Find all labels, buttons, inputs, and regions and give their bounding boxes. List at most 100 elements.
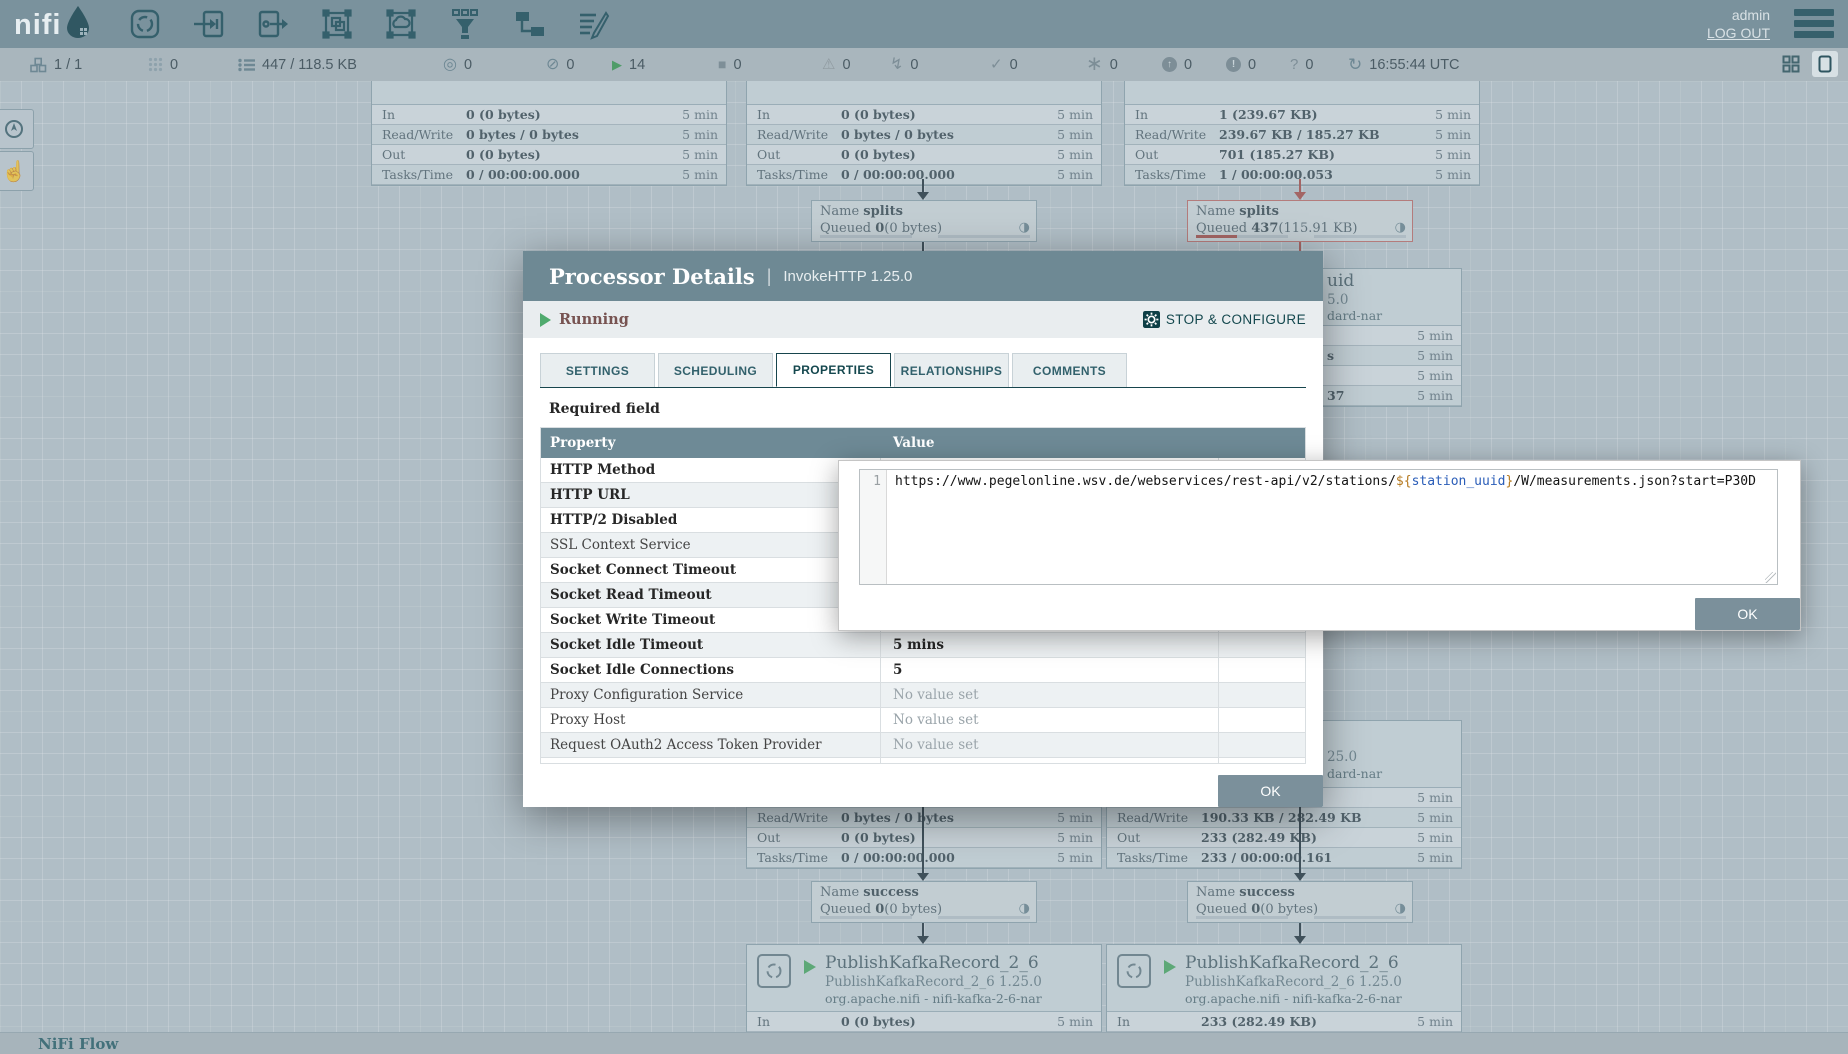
property-row[interactable]: Socket Idle Timeout5 mins bbox=[541, 633, 1305, 658]
locally-modified-icon: ∗ bbox=[1086, 57, 1103, 72]
resize-grip[interactable] bbox=[1765, 572, 1776, 583]
property-value[interactable]: No value set bbox=[881, 708, 1219, 732]
property-name: Socket Idle Connections bbox=[541, 658, 881, 682]
property-name: HTTP Method bbox=[541, 458, 881, 482]
dialog-tabs: SETTINGSSCHEDULINGPROPERTIESRELATIONSHIP… bbox=[540, 353, 1306, 388]
property-name: Request OAuth2 Access Token Provider bbox=[541, 733, 881, 757]
refresh-icon[interactable]: ↻ bbox=[1348, 57, 1362, 72]
up-to-date-icon: ✓ bbox=[990, 57, 1003, 72]
property-value[interactable]: 5 mins bbox=[881, 633, 1219, 657]
queued-list-icon bbox=[238, 58, 255, 72]
tab-scheduling[interactable]: SCHEDULING bbox=[658, 353, 773, 387]
dialog-subtitle: InvokeHTTP 1.25.0 bbox=[783, 268, 912, 285]
running-status: ▶14 bbox=[612, 48, 645, 81]
queued-list-count: 447 / 118.5 KB bbox=[262, 57, 357, 73]
output-port-icon[interactable] bbox=[256, 7, 290, 41]
queued-list-status: 447 / 118.5 KB bbox=[238, 48, 357, 81]
nifi-logo-text: nifi bbox=[14, 7, 62, 43]
process-group-icon[interactable] bbox=[320, 7, 354, 41]
dialog-title: Processor Details bbox=[549, 264, 755, 289]
stop-and-configure-button[interactable]: STOP & CONFIGURE bbox=[1143, 311, 1306, 328]
property-row[interactable]: Proxy Configuration ServiceNo value set bbox=[541, 683, 1305, 708]
grid-dots-status: 0 bbox=[148, 48, 178, 81]
nifi-app: nifi admin LOG OUT 1 / 1 0 447 / 118.5 KB ◎… bbox=[0, 0, 1848, 1054]
funnel-icon[interactable] bbox=[448, 7, 482, 41]
property-name: Socket Connect Timeout bbox=[541, 558, 881, 582]
locally-modified-stale-status: !0 bbox=[1226, 48, 1256, 81]
property-name: HTTP URL bbox=[541, 483, 881, 507]
grid-dots-count: 0 bbox=[170, 57, 178, 73]
property-name: Proxy Configuration Service bbox=[541, 683, 881, 707]
cluster-cubes-status: 1 / 1 bbox=[30, 48, 82, 81]
title-separator: | bbox=[767, 266, 772, 287]
property-value[interactable]: No value set bbox=[881, 683, 1219, 707]
dialog-header: Processor Details | InvokeHTTP 1.25.0 bbox=[523, 251, 1323, 301]
invalid-icon: ⚠ bbox=[822, 57, 835, 72]
editor-ok-button[interactable]: OK bbox=[1695, 598, 1800, 630]
transmitting-count: 0 bbox=[464, 57, 472, 73]
up-to-date-count: 0 bbox=[1010, 57, 1018, 73]
tab-settings[interactable]: SETTINGS bbox=[540, 353, 655, 387]
template-icon[interactable] bbox=[512, 7, 546, 41]
property-name: Request Username bbox=[541, 758, 881, 764]
property-row-extra-cell bbox=[1219, 733, 1305, 757]
input-port-icon[interactable] bbox=[192, 7, 226, 41]
locally-modified-stale-icon: ! bbox=[1226, 57, 1241, 72]
disabled-status: ↯0 bbox=[890, 48, 918, 81]
running-count: 14 bbox=[629, 57, 645, 73]
property-row[interactable]: Socket Idle Connections5 bbox=[541, 658, 1305, 683]
expression-editor[interactable]: 1 https://www.pegelonline.wsv.de/webserv… bbox=[859, 469, 1778, 585]
property-name: Socket Write Timeout bbox=[541, 608, 881, 632]
nifi-droplet-icon bbox=[66, 6, 90, 43]
grid-dots-icon bbox=[148, 57, 163, 72]
property-row[interactable]: Request OAuth2 Access Token ProviderNo v… bbox=[541, 733, 1305, 758]
sync-failure-count: 0 bbox=[1305, 57, 1313, 73]
user-area: admin LOG OUT bbox=[1707, 6, 1770, 42]
component-toolbar bbox=[128, 7, 610, 41]
value-editor-popup: 1 https://www.pegelonline.wsv.de/webserv… bbox=[838, 460, 1801, 631]
last-refresh-time: 16:55:44 UTC bbox=[1369, 57, 1459, 73]
flow-status-bar: 1 / 10447 / 118.5 KB◎0⊘0▶14■0⚠0↯0✓0∗0↑0!… bbox=[0, 48, 1848, 81]
editor-gutter: 1 bbox=[860, 470, 887, 584]
property-value[interactable]: No value set bbox=[881, 758, 1219, 764]
logout-link[interactable]: LOG OUT bbox=[1707, 24, 1770, 42]
property-value[interactable]: No value set bbox=[881, 733, 1219, 757]
invalid-status: ⚠0 bbox=[822, 48, 851, 81]
property-name: Proxy Host bbox=[541, 708, 881, 732]
refresh-status: ↻ 16:55:44 UTC bbox=[1348, 48, 1460, 81]
processor-icon[interactable] bbox=[128, 7, 162, 41]
locally-modified-stale-count: 0 bbox=[1248, 57, 1256, 73]
tab-relationships[interactable]: RELATIONSHIPS bbox=[894, 353, 1009, 387]
tab-comments[interactable]: COMMENTS bbox=[1012, 353, 1127, 387]
locally-modified-count: 0 bbox=[1110, 57, 1118, 73]
stale-count: 0 bbox=[1184, 57, 1192, 73]
property-row-extra-cell bbox=[1219, 708, 1305, 732]
tab-properties[interactable]: PROPERTIES bbox=[776, 353, 891, 387]
disabled-count: 0 bbox=[910, 57, 918, 73]
running-status-icon bbox=[540, 313, 551, 327]
label-icon[interactable] bbox=[576, 7, 610, 41]
stop-and-configure-label: STOP & CONFIGURE bbox=[1166, 312, 1306, 327]
stopped-count: 0 bbox=[733, 57, 741, 73]
property-column-header: Property bbox=[541, 435, 881, 451]
dialog-ok-button[interactable]: OK bbox=[1218, 775, 1323, 807]
disabled-icon: ↯ bbox=[890, 57, 903, 72]
sync-failure-icon: ? bbox=[1290, 57, 1298, 72]
running-status-label: Running bbox=[559, 311, 629, 328]
invalid-count: 0 bbox=[842, 57, 850, 73]
property-row[interactable]: Request UsernameNo value set bbox=[541, 758, 1305, 764]
property-value[interactable]: 5 bbox=[881, 658, 1219, 682]
processor-status-row: Running STOP & CONFIGURE bbox=[523, 301, 1323, 338]
cluster-cubes-count: 1 / 1 bbox=[54, 57, 82, 73]
property-row[interactable]: Proxy HostNo value set bbox=[541, 708, 1305, 733]
editor-code-line[interactable]: https://www.pegelonline.wsv.de/webservic… bbox=[887, 470, 1777, 584]
transmitting-status: ◎0 bbox=[443, 48, 472, 81]
property-name: Socket Read Timeout bbox=[541, 583, 881, 607]
stale-icon: ↑ bbox=[1162, 57, 1177, 72]
page-view-icon[interactable] bbox=[1812, 51, 1838, 77]
up-to-date-status: ✓0 bbox=[990, 48, 1018, 81]
app-header: nifi admin LOG OUT bbox=[0, 0, 1848, 48]
grid-view-icon[interactable] bbox=[1778, 51, 1804, 77]
remote-process-group-icon[interactable] bbox=[384, 7, 418, 41]
global-menu-icon[interactable] bbox=[1794, 9, 1834, 42]
